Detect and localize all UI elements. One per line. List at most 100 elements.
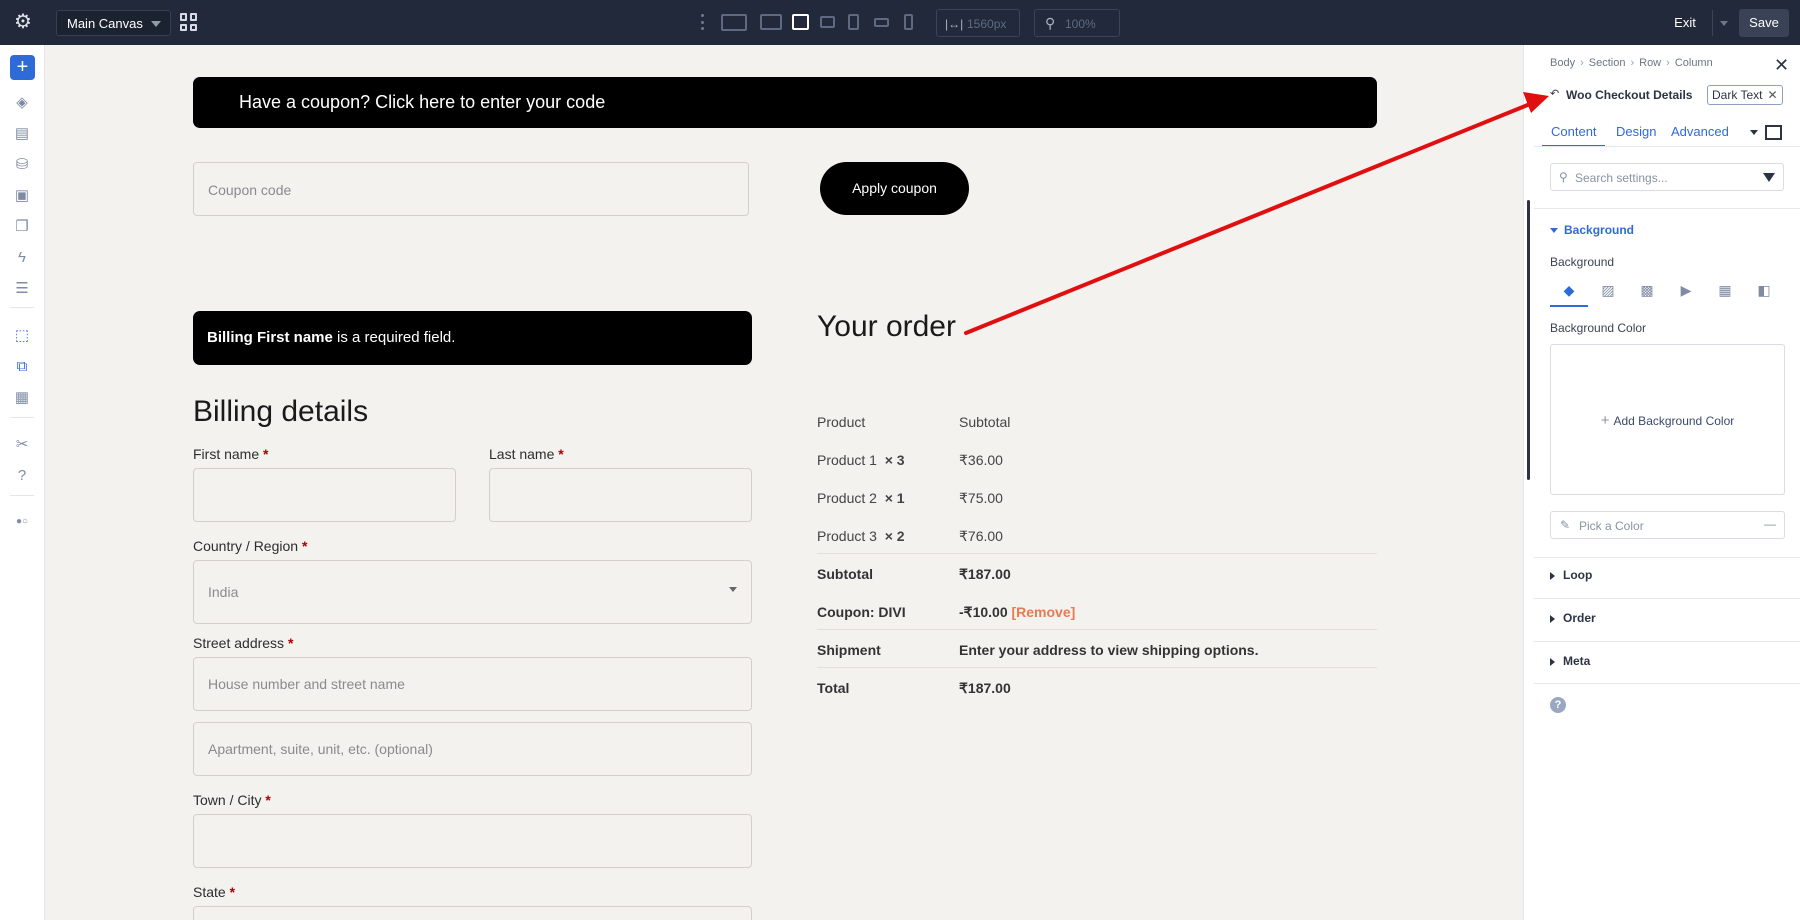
tab-advanced[interactable]: Advanced [1671, 124, 1729, 139]
zoom-value: 100% [1065, 17, 1096, 31]
add-background-color-button[interactable]: + Add Background Color [1550, 344, 1785, 495]
tab-content[interactable]: Content [1551, 124, 1597, 139]
pages-icon[interactable]: ❐ [13, 218, 31, 236]
help-icon[interactable]: ? [1550, 697, 1566, 713]
breadcrumb-section[interactable]: Section [1589, 57, 1626, 69]
item-subtotal: ₹76.00 [959, 528, 1003, 544]
divider [1534, 641, 1800, 642]
country-label: Country / Region * [193, 538, 307, 554]
coupon-label: Coupon: DIVI [817, 604, 906, 620]
database-icon[interactable]: ⛁ [13, 156, 31, 174]
background-color-label: Background Color [1550, 321, 1647, 335]
order-title: Your order [817, 310, 956, 343]
multi-select-icon[interactable]: ⧉ [13, 358, 31, 376]
layout-settings-icon[interactable]: ▦ [13, 389, 31, 407]
add-icon[interactable]: + [10, 55, 35, 80]
chevron-down-icon[interactable] [1750, 130, 1758, 135]
country-select-value: India [208, 584, 239, 600]
minus-icon[interactable]: — [1764, 517, 1776, 531]
filter-icon[interactable] [1763, 173, 1775, 182]
desktop-icon[interactable] [760, 14, 782, 30]
country-select[interactable]: India [193, 560, 752, 624]
header-subtotal: Subtotal [959, 414, 1011, 430]
save-button[interactable]: Save [1739, 9, 1789, 37]
first-name-label-text: First name [193, 446, 260, 462]
settings-search-placeholder: Search settings... [1575, 171, 1668, 185]
sliders-icon[interactable]: ☰ [13, 280, 31, 298]
square-icon[interactable] [1765, 125, 1782, 140]
street-address-input[interactable]: House number and street name [193, 657, 752, 711]
mask-icon[interactable]: ◧ [1755, 281, 1773, 299]
library-icon[interactable]: ▤ [13, 125, 31, 143]
tools-icon[interactable]: ✂ [13, 436, 31, 454]
settings-search-input[interactable]: ⚲ Search settings... [1550, 163, 1784, 191]
breadcrumb-row[interactable]: Row [1639, 57, 1661, 69]
image-icon[interactable]: ▩ [1638, 281, 1656, 299]
last-name-field[interactable] [489, 468, 752, 522]
panel-title: Woo Checkout Details [1566, 88, 1693, 102]
main-canvas: Have a coupon? Click here to enter your … [45, 45, 1523, 920]
canvas-width-field[interactable]: |↔| 1560px [936, 9, 1020, 37]
chevron-down-icon [151, 21, 161, 27]
toggle-icon[interactable]: ●○ [13, 513, 31, 531]
phone-landscape-icon[interactable] [874, 18, 889, 27]
help-icon[interactable]: ? [13, 467, 31, 485]
apartment-input[interactable]: Apartment, suite, unit, etc. (optional) [193, 722, 752, 776]
pattern-icon[interactable]: ▦ [1716, 281, 1734, 299]
state-select[interactable] [193, 906, 752, 920]
canvas-select[interactable]: Main Canvas [56, 10, 171, 36]
close-icon[interactable]: ✕ [1767, 88, 1777, 102]
chevron-right-icon [1550, 657, 1555, 666]
table-header: Product Subtotal [817, 402, 1377, 440]
billing-title: Billing details [193, 395, 369, 428]
street-label: Street address * [193, 635, 293, 651]
more-options-icon[interactable] [700, 14, 704, 30]
town-city-input[interactable] [193, 814, 752, 868]
paint-bucket-icon[interactable]: ◆ [1560, 281, 1578, 299]
phone-icon[interactable] [904, 14, 913, 30]
zoom-field[interactable]: ⚲ 100% [1034, 9, 1120, 37]
first-name-field[interactable] [193, 468, 456, 522]
apply-coupon-button[interactable]: Apply coupon [820, 162, 969, 215]
remove-coupon-link[interactable]: [Remove] [1012, 604, 1076, 620]
coupon-row: Coupon: DIVI -₹10.00 [Remove] [817, 592, 1377, 630]
back-icon[interactable]: ↶ [1550, 87, 1559, 100]
pick-color-input[interactable]: ✎ Pick a Color — [1550, 511, 1785, 539]
coupon-value: -₹10.00 [Remove] [959, 604, 1076, 620]
breadcrumb-column[interactable]: Column [1675, 57, 1713, 69]
layers-icon[interactable]: ◈ [13, 94, 31, 112]
gear-icon[interactable]: ⚙ [12, 11, 34, 33]
shipment-value: Enter your address to view shipping opti… [959, 642, 1259, 658]
meta-section-toggle[interactable]: Meta [1550, 654, 1590, 668]
exit-dropdown-button[interactable] [1712, 10, 1734, 36]
required-mark: * [287, 635, 294, 651]
desktop-small-icon[interactable] [792, 14, 809, 30]
close-icon[interactable]: ✕ [1774, 55, 1789, 76]
background-section-toggle[interactable]: Background [1550, 223, 1634, 237]
order-section-toggle[interactable]: Order [1550, 611, 1596, 625]
shipment-label: Shipment [817, 642, 881, 658]
video-icon[interactable]: ▶ [1677, 281, 1695, 299]
cursor-select-icon[interactable]: ⬚ [13, 327, 31, 345]
tab-design[interactable]: Design [1616, 124, 1656, 139]
coupon-banner[interactable]: Have a coupon? Click here to enter your … [193, 77, 1377, 128]
header-product: Product [817, 414, 866, 430]
search-icon: ⚲ [1559, 170, 1568, 184]
exit-button[interactable]: Exit [1660, 10, 1710, 36]
lightning-icon[interactable]: ϟ [13, 249, 31, 267]
preset-badge[interactable]: Dark Text ✕ [1707, 85, 1783, 105]
page-settings-icon[interactable]: ▣ [13, 187, 31, 205]
first-name-label: First name * [193, 446, 268, 462]
loop-section-toggle[interactable]: Loop [1550, 568, 1592, 582]
grid-icon[interactable] [180, 13, 198, 31]
breadcrumb-body[interactable]: Body [1550, 57, 1575, 69]
desktop-wide-icon[interactable] [721, 14, 747, 31]
scrollbar[interactable] [1527, 200, 1530, 480]
tablet-icon[interactable] [848, 14, 859, 30]
error-message: is a required field. [332, 329, 456, 346]
gradient-icon[interactable]: ▨ [1599, 281, 1617, 299]
divider [1534, 146, 1800, 147]
sidebar-divider [10, 307, 34, 308]
coupon-code-input[interactable]: Coupon code [193, 162, 749, 216]
tablet-landscape-icon[interactable] [820, 16, 835, 28]
